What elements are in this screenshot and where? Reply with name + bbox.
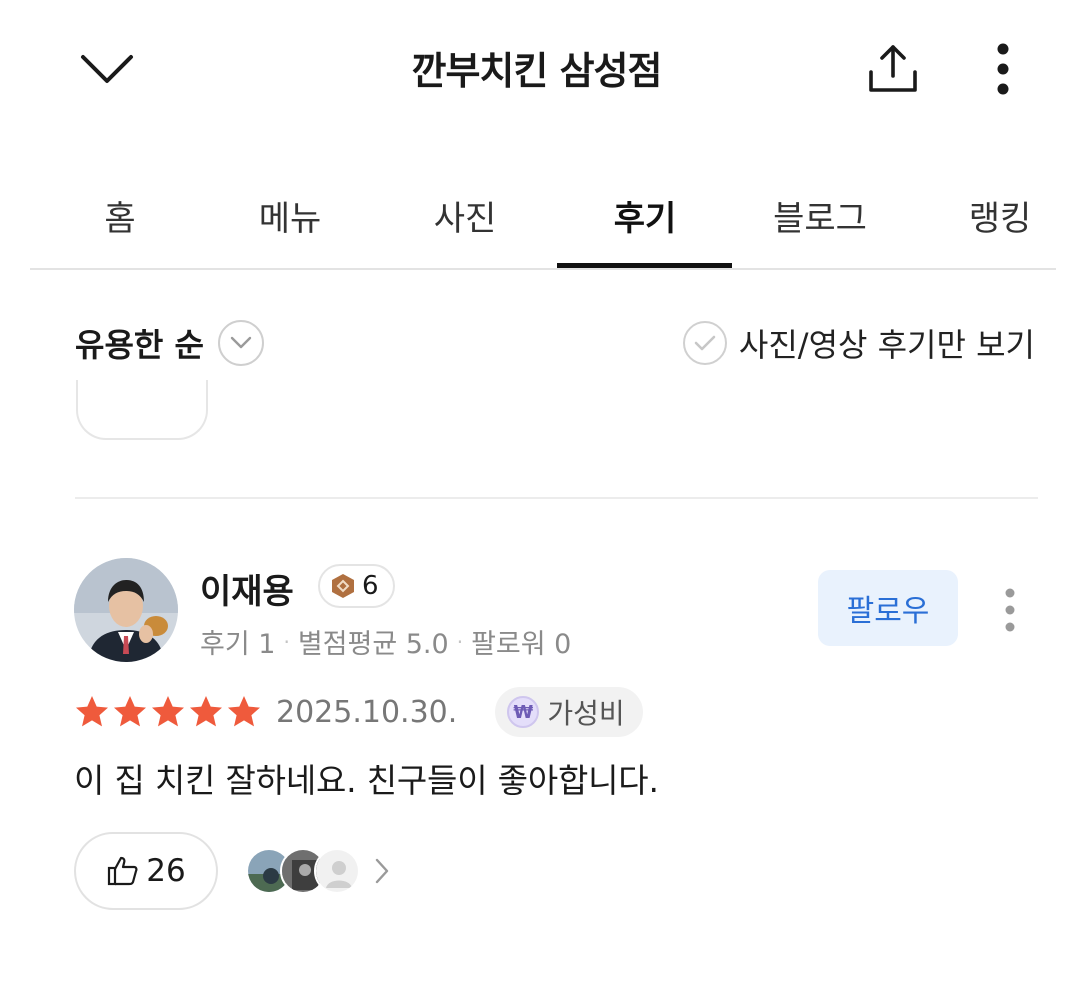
review-count: 후기 1: [200, 629, 276, 660]
vertical-dots-icon: [997, 43, 1009, 95]
review-card: 이재용 6 후기 1 · 별점평균 5.0 · 팔로워 0 팔로우 2025.1…: [0, 540, 1073, 960]
review-filter-bar: 유용한 순 사진/영상 후기만 보기: [0, 300, 1073, 390]
badge-hexagon-icon: [332, 574, 354, 598]
won-coin-icon: ₩: [507, 696, 540, 728]
star-icon: [76, 696, 108, 727]
more-options-button[interactable]: [980, 38, 1026, 100]
tab-ranking[interactable]: 랭킹: [940, 180, 1060, 250]
separator-dot: ·: [283, 629, 290, 654]
average-rating: 별점평균 5.0: [297, 629, 449, 660]
tab-home[interactable]: 홈: [70, 180, 170, 250]
chevron-down-icon: [217, 320, 264, 366]
check-circle-icon: [682, 321, 727, 365]
liker-avatar: [314, 848, 360, 894]
star-icon: [114, 696, 146, 727]
sort-dropdown[interactable]: 유용한 순: [75, 316, 264, 370]
review-more-button[interactable]: [990, 580, 1030, 640]
rating-row: 2025.10.30. ₩ 가성비: [74, 686, 643, 738]
star-icon: [152, 696, 184, 727]
review-date: 2025.10.30.: [276, 694, 458, 730]
keyword-tag: ₩ 가성비: [495, 687, 643, 737]
level-number: 6: [362, 571, 379, 601]
likers-list[interactable]: [246, 846, 392, 896]
tab-menu[interactable]: 메뉴: [230, 180, 350, 250]
keyword-label: 가성비: [547, 697, 625, 730]
share-upload-icon: [869, 45, 917, 92]
photo-video-only-toggle[interactable]: 사진/영상 후기만 보기: [682, 316, 1035, 370]
star-rating: [74, 694, 262, 730]
tab-reviews[interactable]: 후기: [585, 180, 705, 250]
follow-button[interactable]: 팔로우: [818, 570, 958, 646]
divider: [75, 497, 1038, 499]
review-text: 이 집 치킨 잘하네요. 친구들이 좋아합니다.: [74, 761, 659, 800]
thumbs-up-icon: [108, 856, 138, 886]
chevron-right-icon: [375, 858, 389, 884]
star-icon: [228, 696, 260, 727]
separator-dot: ·: [456, 629, 464, 654]
reviewer-stats: 후기 1 · 별점평균 5.0 · 팔로워 0: [200, 622, 571, 661]
tab-blog[interactable]: 블로그: [745, 180, 895, 250]
like-count: 26: [146, 853, 186, 889]
share-button[interactable]: [858, 38, 928, 100]
active-tab-indicator: [557, 263, 732, 268]
like-button[interactable]: 26: [74, 832, 218, 910]
follower-count: 팔로워 0: [471, 629, 572, 660]
tab-photos[interactable]: 사진: [405, 180, 525, 250]
tab-bar: 홈 메뉴 사진 후기 블로그 랭킹: [30, 170, 1056, 270]
previous-review-like-button[interactable]: [76, 380, 208, 440]
vertical-dots-icon: [1005, 588, 1015, 632]
photo-filter-label: 사진/영상 후기만 보기: [738, 326, 1035, 364]
avatar[interactable]: [74, 558, 178, 662]
sort-label: 유용한 순: [75, 326, 204, 364]
reviewer-name[interactable]: 이재용: [200, 564, 294, 613]
star-icon: [190, 696, 222, 727]
level-badge: 6: [318, 564, 395, 608]
app-header: 깐부치킨 삼성점: [0, 0, 1073, 140]
